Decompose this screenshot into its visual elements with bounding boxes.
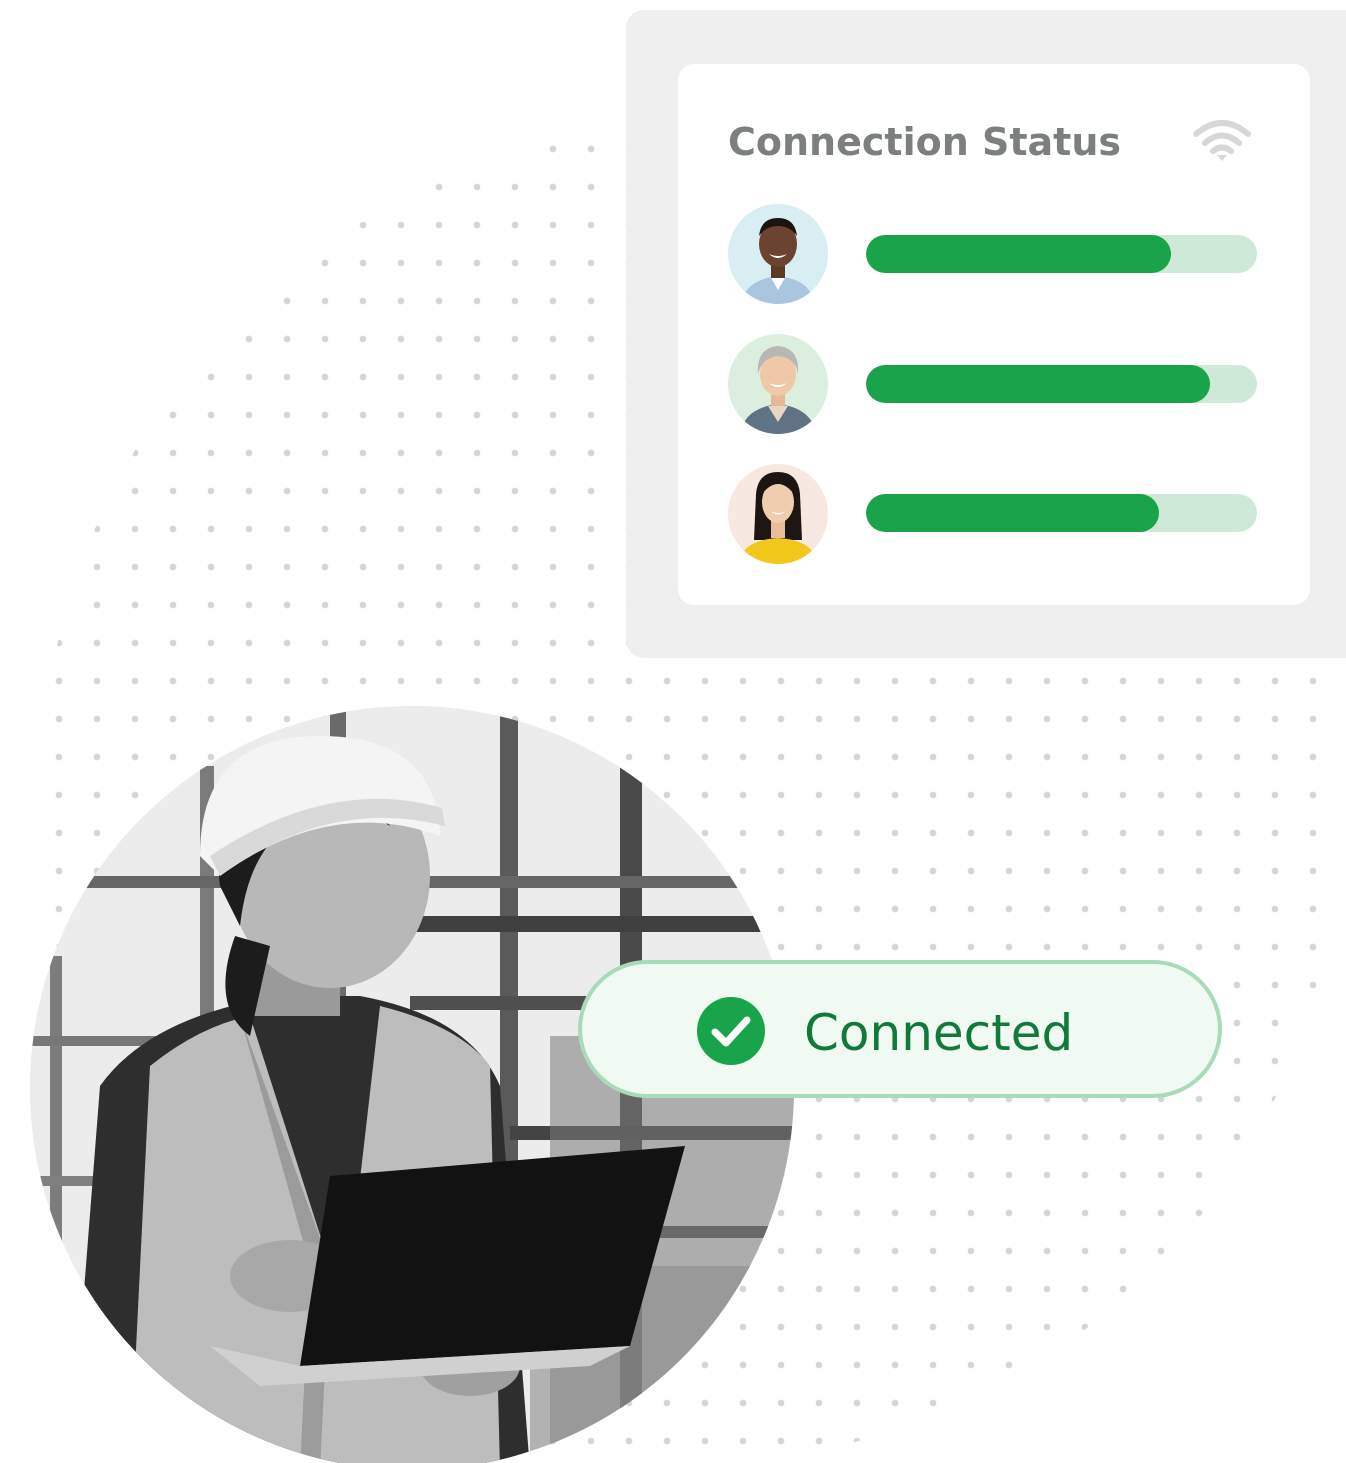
user-avatar-1 — [728, 204, 828, 304]
user-avatar-2 — [728, 334, 828, 434]
signal-bar-1 — [866, 235, 1257, 273]
avatar-older-woman-smiling — [728, 334, 828, 434]
signal-bar-fill-1 — [866, 235, 1171, 273]
connected-label: Connected — [804, 1004, 1074, 1062]
signal-bar-2 — [866, 365, 1257, 403]
signal-bar-fill-2 — [866, 365, 1211, 403]
avatar-young-woman-yellow-top — [728, 464, 828, 564]
illustration-stage: Connection Status Connected — [0, 0, 1346, 1463]
avatar-man-smiling — [728, 204, 828, 304]
check-circle-icon — [697, 997, 765, 1065]
user-avatar-3 — [728, 464, 828, 564]
signal-bar-3 — [866, 494, 1257, 532]
wifi-icon — [1193, 120, 1251, 161]
signal-bar-fill-3 — [866, 494, 1160, 532]
connection-card-title: Connection Status — [728, 120, 1121, 164]
